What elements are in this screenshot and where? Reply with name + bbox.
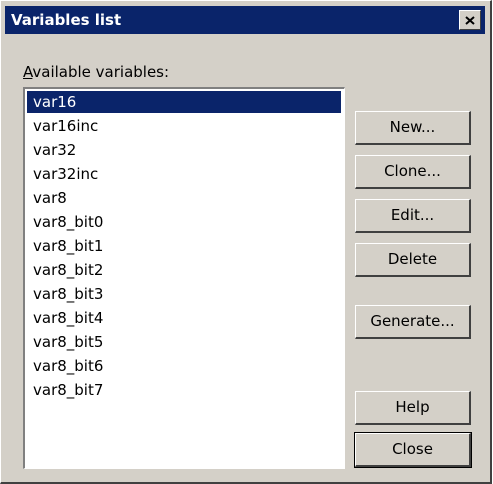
list-item[interactable]: var32 xyxy=(27,139,344,161)
list-item[interactable]: var8 xyxy=(27,187,344,209)
new-button[interactable]: New... xyxy=(355,111,471,145)
delete-button[interactable]: Delete xyxy=(355,243,471,277)
window-close-button[interactable] xyxy=(459,10,481,30)
list-item[interactable]: var8_bit7 xyxy=(27,379,344,401)
list-item[interactable]: var16 xyxy=(27,91,341,113)
list-item[interactable]: var8_bit4 xyxy=(27,307,344,329)
list-item[interactable]: var16inc xyxy=(27,115,344,137)
list-item[interactable]: var8_bit0 xyxy=(27,211,344,233)
edit-button[interactable]: Edit... xyxy=(355,199,471,233)
close-x-icon xyxy=(465,15,475,25)
list-item[interactable]: var8_bit1 xyxy=(27,235,344,257)
variables-listbox[interactable]: var16 var16inc var32 var32inc var8 var8_bit0 v… xyxy=(23,87,345,469)
title-bar: Variables list xyxy=(5,6,485,34)
list-item[interactable]: var8_bit2 xyxy=(27,259,344,281)
variables-list: var16 var16inc var32 var32inc var8 var8_bit0 v… xyxy=(25,91,344,401)
list-item[interactable]: var32inc xyxy=(27,163,344,185)
list-item[interactable]: var8_bit6 xyxy=(27,355,344,377)
help-button[interactable]: Help xyxy=(355,391,471,425)
variables-list-dialog: Variables list Available variables: var1… xyxy=(0,0,492,484)
clone-button[interactable]: Clone... xyxy=(355,155,471,189)
generate-button[interactable]: Generate... xyxy=(355,305,471,339)
list-item[interactable]: var8_bit3 xyxy=(27,283,344,305)
list-item[interactable]: var8_bit5 xyxy=(27,331,344,353)
available-variables-label: Available variables: xyxy=(23,63,170,81)
close-button[interactable]: Close xyxy=(354,432,472,468)
window-title: Variables list xyxy=(11,11,122,29)
